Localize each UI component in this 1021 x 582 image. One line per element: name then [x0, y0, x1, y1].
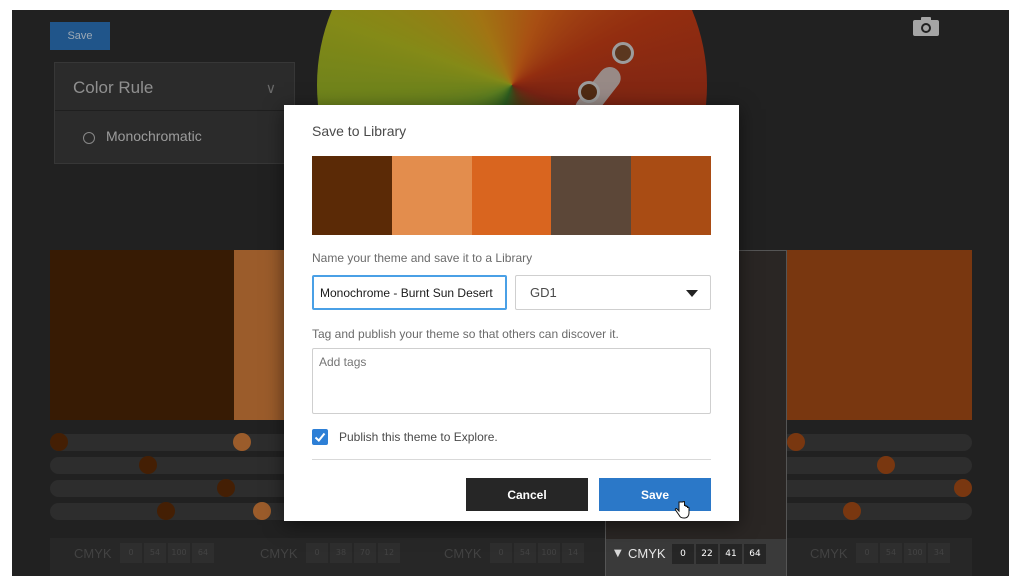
library-selected-value: GD1 [530, 285, 557, 300]
screen: Save Color Rule ∨ Monochromatic CMYK 0 5… [0, 0, 1021, 582]
palette-swatch-2 [391, 156, 472, 235]
palette-swatch-3 [471, 156, 552, 235]
tags-input[interactable] [312, 348, 711, 414]
cmyk-label: CMYK [628, 546, 666, 561]
publish-checkbox[interactable] [312, 429, 328, 445]
theme-name-input[interactable] [312, 275, 507, 310]
theme-name-label: Name your theme and save it to a Library [312, 251, 533, 265]
cmyk-value[interactable]: 64 [744, 544, 766, 564]
cmyk-value[interactable]: 22 [696, 544, 718, 564]
checkmark-icon [314, 432, 326, 442]
tag-label: Tag and publish your theme so that other… [312, 327, 619, 341]
library-select[interactable]: GD1 [515, 275, 711, 310]
palette-swatch-4 [551, 156, 632, 235]
palette-swatch-5 [631, 156, 711, 235]
save-button[interactable]: Save [599, 478, 711, 511]
cmyk-value[interactable]: 0 [672, 544, 694, 564]
cancel-button[interactable]: Cancel [466, 478, 588, 511]
chevron-down-icon[interactable]: ▼ [614, 548, 622, 559]
palette-swatch-1 [312, 156, 392, 235]
hand-cursor-icon [674, 501, 690, 519]
publish-label[interactable]: Publish this theme to Explore. [339, 430, 498, 444]
cmyk-value[interactable]: 41 [720, 544, 742, 564]
theme-palette-preview [312, 156, 711, 235]
active-cmyk-panel: ▼ CMYK 0 22 41 64 [606, 539, 786, 576]
dialog-divider [312, 459, 711, 460]
save-to-library-dialog: Save to Library Name your theme and save… [284, 105, 739, 521]
dropdown-arrow-icon [686, 290, 698, 297]
dialog-title: Save to Library [312, 123, 407, 139]
